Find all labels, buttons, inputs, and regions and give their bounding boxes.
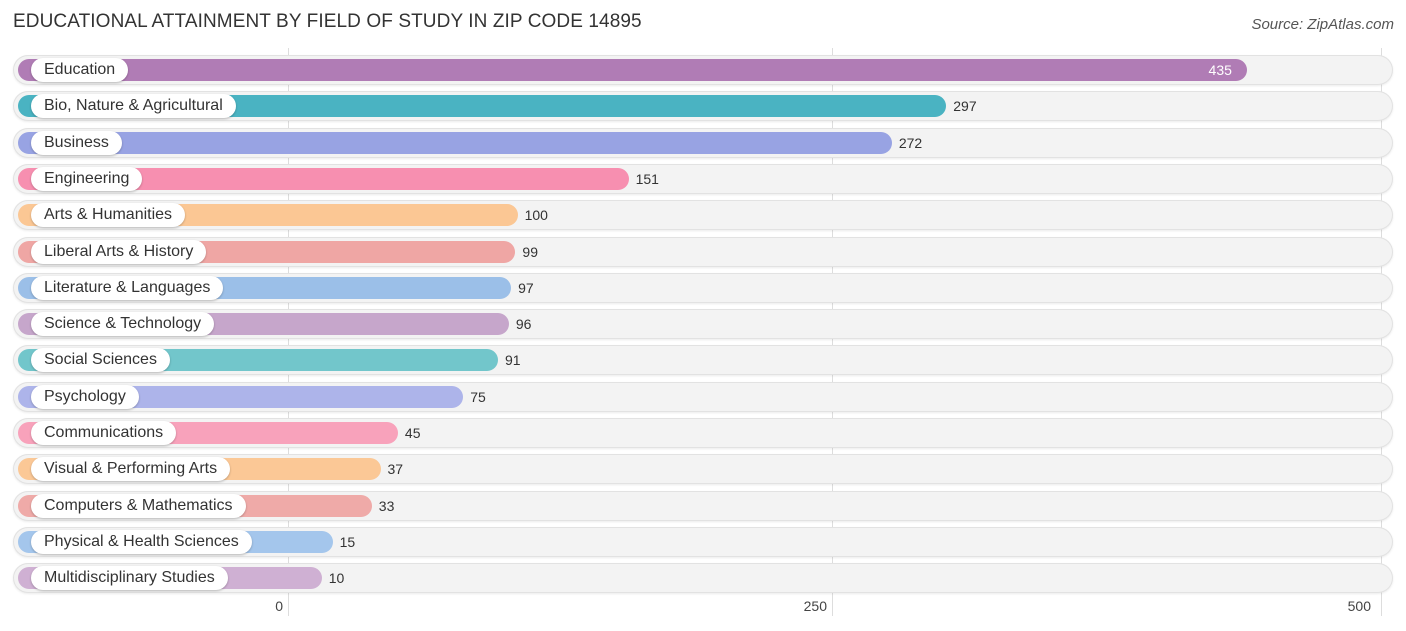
value-label: 97 — [518, 279, 534, 296]
value-label: 100 — [524, 207, 548, 224]
category-label: Social Sciences — [31, 348, 170, 373]
value-label: 45 — [404, 425, 421, 441]
value-label: 99 — [522, 243, 538, 260]
category-label: Liberal Arts & History — [31, 239, 207, 264]
category-label: Science & Technology — [31, 312, 215, 337]
category-label: Literature & Languages — [31, 275, 224, 300]
category-label: Multidisciplinary Studies — [31, 566, 228, 591]
category-label: Visual & Performing Arts — [31, 457, 231, 482]
value-label: 435 — [1208, 62, 1232, 78]
category-label: Business — [31, 130, 122, 155]
value-label: 15 — [339, 533, 356, 550]
value-label: 151 — [635, 170, 659, 187]
category-label: Education — [31, 58, 129, 82]
value-label: 75 — [470, 388, 486, 405]
category-label: Communications — [31, 421, 177, 445]
bar-chart: Education 435 Bio, Nature & Agricultural 29… — [0, 0, 1406, 631]
x-tick-label: 250 — [803, 598, 827, 614]
x-tick-label: 500 — [1347, 598, 1371, 614]
category-label: Physical & Health Sciences — [31, 529, 252, 554]
bar[interactable] — [18, 131, 892, 154]
value-label: 10 — [328, 570, 345, 587]
value-label: 37 — [387, 461, 404, 478]
category-label: Engineering — [31, 166, 143, 191]
category-label: Bio, Nature & Agricultural — [31, 94, 236, 119]
bar[interactable] — [18, 59, 1247, 81]
x-tick-label: 0 — [275, 598, 283, 614]
category-label: Psychology — [31, 384, 139, 409]
value-label: 297 — [953, 98, 977, 115]
value-label: 91 — [505, 352, 521, 369]
value-label: 33 — [378, 497, 395, 514]
category-label: Arts & Humanities — [31, 203, 186, 228]
category-label: Computers & Mathematics — [31, 493, 246, 518]
value-label: 272 — [898, 134, 923, 151]
value-label: 96 — [515, 316, 532, 333]
